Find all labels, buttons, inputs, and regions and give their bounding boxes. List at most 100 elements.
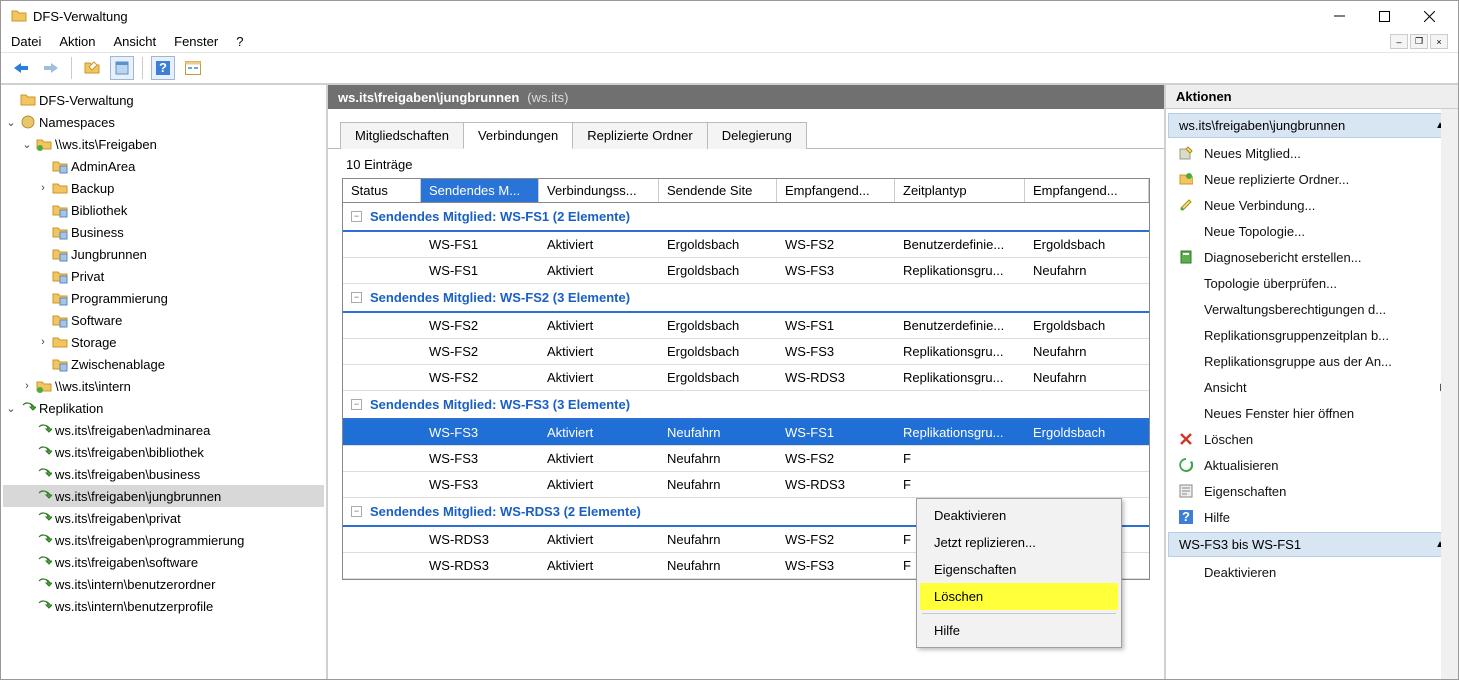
context-menu-item[interactable]: Eigenschaften: [920, 556, 1118, 583]
tree-ns-host[interactable]: ⌄ \\ws.its\Freigaben: [3, 133, 324, 155]
close-button[interactable]: [1407, 2, 1452, 30]
context-menu[interactable]: DeaktivierenJetzt replizieren...Eigensch…: [916, 498, 1122, 648]
tab[interactable]: Verbindungen: [463, 122, 573, 149]
action-item[interactable]: Neues Fenster hier öffnen: [1166, 400, 1458, 426]
table-row[interactable]: WS-FS3AktiviertNeufahrnWS-FS2F: [343, 446, 1149, 472]
tree-item[interactable]: Programmierung: [3, 287, 324, 309]
twisty-icon[interactable]: ›: [35, 182, 51, 194]
tree-ns-host2[interactable]: › \\ws.its\intern: [3, 375, 324, 397]
action-item[interactable]: Eigenschaften: [1166, 478, 1458, 504]
collapse-icon[interactable]: −: [351, 399, 362, 410]
group-header-row[interactable]: − Sendendes Mitglied: WS-FS3 (3 Elemente…: [343, 391, 1149, 420]
context-menu-item[interactable]: Löschen: [920, 583, 1118, 610]
collapse-icon[interactable]: −: [351, 292, 362, 303]
action-item[interactable]: Neue Topologie...: [1166, 218, 1458, 244]
action-item[interactable]: Diagnosebericht erstellen...: [1166, 244, 1458, 270]
table-row[interactable]: WS-FS1AktiviertErgoldsbachWS-FS2Benutzer…: [343, 232, 1149, 258]
column-header[interactable]: Empfangend...: [777, 179, 895, 202]
twisty-icon[interactable]: ⌄: [3, 116, 19, 129]
menu-item[interactable]: ?: [236, 34, 243, 49]
tab[interactable]: Replizierte Ordner: [572, 122, 708, 149]
menu-item[interactable]: Aktion: [59, 34, 95, 49]
minimize-button[interactable]: [1317, 2, 1362, 30]
tree-item[interactable]: Business: [3, 221, 324, 243]
tree-item[interactable]: Privat: [3, 265, 324, 287]
actions-section-header-2[interactable]: WS-FS3 bis WS-FS1 ▲: [1168, 532, 1456, 557]
menu-item[interactable]: Ansicht: [114, 34, 157, 49]
column-header[interactable]: Verbindungss...: [539, 179, 659, 202]
column-header[interactable]: Sendendes M...: [421, 179, 539, 202]
tree-root[interactable]: DFS-Verwaltung: [3, 89, 324, 111]
tree-item-replication[interactable]: ws.its\intern\benutzerprofile: [3, 595, 324, 617]
table-row[interactable]: WS-FS1AktiviertErgoldsbachWS-FS3Replikat…: [343, 258, 1149, 284]
tree-item[interactable]: Jungbrunnen: [3, 243, 324, 265]
action-item[interactable]: Neue replizierte Ordner...: [1166, 166, 1458, 192]
tree-item-replication[interactable]: ws.its\freigaben\programmierung: [3, 529, 324, 551]
tab[interactable]: Mitgliedschaften: [340, 122, 464, 149]
tree-item-replication[interactable]: ws.its\freigaben\business: [3, 463, 324, 485]
tree-item-replication[interactable]: ws.its\freigaben\bibliothek: [3, 441, 324, 463]
group-header-row[interactable]: − Sendendes Mitglied: WS-FS2 (3 Elemente…: [343, 284, 1149, 313]
tree-view[interactable]: DFS-Verwaltung ⌄ Namespaces ⌄ \\ws.its\F…: [1, 85, 328, 679]
action-item[interactable]: Löschen: [1166, 426, 1458, 452]
twisty-icon[interactable]: ›: [19, 380, 35, 392]
twisty-icon[interactable]: ⌄: [3, 402, 19, 415]
help-button[interactable]: ?: [151, 56, 175, 80]
tree-item-replication[interactable]: ws.its\freigaben\adminarea: [3, 419, 324, 441]
action-item[interactable]: Deaktivieren: [1166, 559, 1458, 585]
tree-item-replication[interactable]: ws.its\freigaben\jungbrunnen: [3, 485, 324, 507]
tree-item-replication[interactable]: ws.its\freigaben\software: [3, 551, 324, 573]
tree-replication[interactable]: ⌄ Replikation: [3, 397, 324, 419]
context-menu-item[interactable]: Hilfe: [920, 617, 1118, 644]
column-header[interactable]: Sendende Site: [659, 179, 777, 202]
tree-item[interactable]: Software: [3, 309, 324, 331]
view-button[interactable]: [181, 56, 205, 80]
column-header[interactable]: Empfangend...: [1025, 179, 1149, 202]
menu-item[interactable]: Datei: [11, 34, 41, 49]
action-item[interactable]: Neue Verbindung...: [1166, 192, 1458, 218]
context-menu-item[interactable]: Deaktivieren: [920, 502, 1118, 529]
action-item[interactable]: Topologie überprüfen...: [1166, 270, 1458, 296]
table-row[interactable]: WS-FS3AktiviertNeufahrnWS-FS1Replikation…: [343, 420, 1149, 446]
tree-namespaces[interactable]: ⌄ Namespaces: [3, 111, 324, 133]
collapse-icon[interactable]: −: [351, 506, 362, 517]
new-window-button[interactable]: [80, 56, 104, 80]
action-item[interactable]: Ansicht▶: [1166, 374, 1458, 400]
collapse-icon[interactable]: −: [351, 211, 362, 222]
tree-item[interactable]: › Storage: [3, 331, 324, 353]
tree-item-replication[interactable]: ws.its\freigaben\privat: [3, 507, 324, 529]
grid-header[interactable]: StatusSendendes M...Verbindungss...Sende…: [343, 179, 1149, 203]
action-item[interactable]: Verwaltungsberechtigungen d...: [1166, 296, 1458, 322]
actions-section-header[interactable]: ws.its\freigaben\jungbrunnen ▲: [1168, 113, 1456, 138]
back-button[interactable]: [9, 56, 33, 80]
tree-item[interactable]: Bibliothek: [3, 199, 324, 221]
menu-item[interactable]: Fenster: [174, 34, 218, 49]
table-row[interactable]: WS-FS2AktiviertErgoldsbachWS-FS3Replikat…: [343, 339, 1149, 365]
table-row[interactable]: WS-FS2AktiviertErgoldsbachWS-FS1Benutzer…: [343, 313, 1149, 339]
tree-item[interactable]: AdminArea: [3, 155, 324, 177]
forward-button[interactable]: [39, 56, 63, 80]
properties-button[interactable]: [110, 56, 134, 80]
scrollbar[interactable]: [1441, 109, 1458, 679]
column-header[interactable]: Zeitplantyp: [895, 179, 1025, 202]
tree-item-replication[interactable]: ws.its\intern\benutzerordner: [3, 573, 324, 595]
twisty-icon[interactable]: ›: [35, 336, 51, 348]
action-item[interactable]: ? Hilfe: [1166, 504, 1458, 530]
mdi-restore-icon[interactable]: ❐: [1410, 34, 1428, 49]
action-item[interactable]: Replikationsgruppenzeitplan b...: [1166, 322, 1458, 348]
action-item[interactable]: Replikationsgruppe aus der An...: [1166, 348, 1458, 374]
tree-item[interactable]: Zwischenablage: [3, 353, 324, 375]
action-item[interactable]: Aktualisieren: [1166, 452, 1458, 478]
tree-item[interactable]: › Backup: [3, 177, 324, 199]
mdi-close-icon[interactable]: ×: [1430, 34, 1448, 49]
column-header[interactable]: Status: [343, 179, 421, 202]
context-menu-item[interactable]: Jetzt replizieren...: [920, 529, 1118, 556]
maximize-button[interactable]: [1362, 2, 1407, 30]
mdi-minimize-icon[interactable]: –: [1390, 34, 1408, 49]
table-row[interactable]: WS-FS2AktiviertErgoldsbachWS-RDS3Replika…: [343, 365, 1149, 391]
table-row[interactable]: WS-FS3AktiviertNeufahrnWS-RDS3F: [343, 472, 1149, 498]
tab[interactable]: Delegierung: [707, 122, 807, 149]
twisty-icon[interactable]: ⌄: [19, 138, 35, 151]
group-header-row[interactable]: − Sendendes Mitglied: WS-FS1 (2 Elemente…: [343, 203, 1149, 232]
action-item[interactable]: Neues Mitglied...: [1166, 140, 1458, 166]
